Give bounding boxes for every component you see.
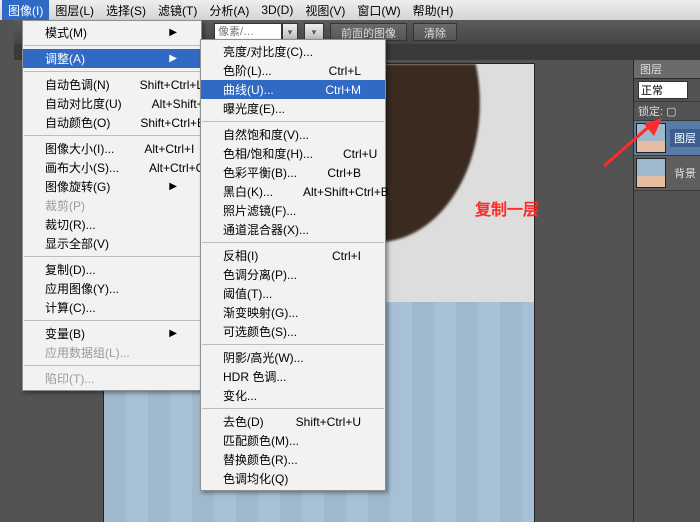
menu-select[interactable]: 选择(S) xyxy=(100,0,152,21)
layers-tab[interactable]: 图层 xyxy=(634,60,700,79)
menu-item[interactable]: 亮度/对比度(C)... xyxy=(201,42,385,61)
menu-item[interactable]: 阴影/高光(W)... xyxy=(201,348,385,367)
menu-item[interactable]: 图像旋转(G)▶ xyxy=(23,177,201,196)
menu-item[interactable]: 可选颜色(S)... xyxy=(201,322,385,341)
menu-item[interactable]: 变化... xyxy=(201,386,385,405)
menu-item: 裁剪(P) xyxy=(23,196,201,215)
layer-thumb-icon xyxy=(636,158,666,188)
menu-item[interactable]: 阈值(T)... xyxy=(201,284,385,303)
menu-analysis[interactable]: 分析(A) xyxy=(203,0,255,21)
menu-item[interactable]: 模式(M)▶ xyxy=(23,23,201,42)
menu-item[interactable]: 反相(I)Ctrl+I xyxy=(201,246,385,265)
annotation-text: 复制一层 xyxy=(475,196,539,220)
menu-item[interactable]: 画布大小(S)...Alt+Ctrl+C xyxy=(23,158,201,177)
menu-item[interactable]: 自然饱和度(V)... xyxy=(201,125,385,144)
menu-item[interactable]: 照片滤镜(F)... xyxy=(201,201,385,220)
menu-item: 陷印(T)... xyxy=(23,369,201,388)
menu-item[interactable]: 通道混合器(X)... xyxy=(201,220,385,239)
layer-row[interactable]: 图层 xyxy=(634,121,700,156)
layers-panel: 图层 正常 锁定: ▢ 图层 背景 xyxy=(633,60,700,522)
menu-item[interactable]: 图像大小(I)...Alt+Ctrl+I xyxy=(23,139,201,158)
layer-name: 背景 xyxy=(670,164,700,182)
menu-item[interactable]: 黑白(K)...Alt+Shift+Ctrl+B xyxy=(201,182,385,201)
menu-filter[interactable]: 滤镜(T) xyxy=(152,0,203,21)
menu-image[interactable]: 图像(I) xyxy=(2,0,49,21)
adjustments-submenu: 亮度/对比度(C)...色阶(L)...Ctrl+L曲线(U)...Ctrl+M… xyxy=(200,39,386,491)
menu-item[interactable]: 裁切(R)... xyxy=(23,215,201,234)
left-docked-bar xyxy=(0,20,15,522)
menu-item[interactable]: 自动颜色(O)Shift+Ctrl+B xyxy=(23,113,201,132)
blend-mode-row: 正常 xyxy=(634,79,700,102)
lock-row: 锁定: ▢ xyxy=(634,102,700,121)
menu-item[interactable]: 色相/饱和度(H)...Ctrl+U xyxy=(201,144,385,163)
menu-item[interactable]: 曲线(U)...Ctrl+M xyxy=(201,80,385,99)
blend-mode-select[interactable]: 正常 xyxy=(638,81,688,99)
menu-item[interactable]: 去色(D)Shift+Ctrl+U xyxy=(201,412,385,431)
menu-item[interactable]: 自动对比度(U)Alt+Shift+Ctrl+L xyxy=(23,94,201,113)
menu-item[interactable]: 渐变映射(G)... xyxy=(201,303,385,322)
menu-item[interactable]: 自动色调(N)Shift+Ctrl+L xyxy=(23,75,201,94)
menu-item[interactable]: 替换颜色(R)... xyxy=(201,450,385,469)
menu-item[interactable]: 计算(C)... xyxy=(23,298,201,317)
menu-item[interactable]: 色彩平衡(B)...Ctrl+B xyxy=(201,163,385,182)
menu-layer[interactable]: 图层(L) xyxy=(49,0,100,21)
image-menu-dropdown: 模式(M)▶ 调整(A)▶ 自动色调(N)Shift+Ctrl+L自动对比度(U)A… xyxy=(22,20,202,391)
main-menubar: 图像(I) 图层(L) 选择(S) 滤镜(T) 分析(A) 3D(D) 视图(V… xyxy=(0,0,700,21)
menu-view[interactable]: 视图(V) xyxy=(299,0,351,21)
menu-window[interactable]: 窗口(W) xyxy=(351,0,406,21)
menu-item[interactable]: 应用图像(Y)... xyxy=(23,279,201,298)
clear-button[interactable]: 清除 xyxy=(413,23,457,41)
menu-item[interactable]: 变量(B)▶ xyxy=(23,324,201,343)
menu-item[interactable]: 匹配颜色(M)... xyxy=(201,431,385,450)
menu-item[interactable]: HDR 色调... xyxy=(201,367,385,386)
menu-item[interactable]: 复制(D)... xyxy=(23,260,201,279)
layer-name: 图层 xyxy=(670,129,700,147)
menu-item[interactable]: 曝光度(E)... xyxy=(201,99,385,118)
menu-help[interactable]: 帮助(H) xyxy=(407,0,460,21)
menu-3d[interactable]: 3D(D) xyxy=(255,1,299,19)
menu-item: 应用数据组(L)... xyxy=(23,343,201,362)
layer-row[interactable]: 背景 xyxy=(634,156,700,191)
menu-item[interactable]: 色阶(L)...Ctrl+L xyxy=(201,61,385,80)
layer-thumb-icon xyxy=(636,123,666,153)
menu-item[interactable]: 色调均化(Q) xyxy=(201,469,385,488)
menu-item[interactable]: 显示全部(V) xyxy=(23,234,201,253)
menu-item[interactable]: 色调分离(P)... xyxy=(201,265,385,284)
menu-item[interactable]: 调整(A)▶ xyxy=(23,49,201,68)
